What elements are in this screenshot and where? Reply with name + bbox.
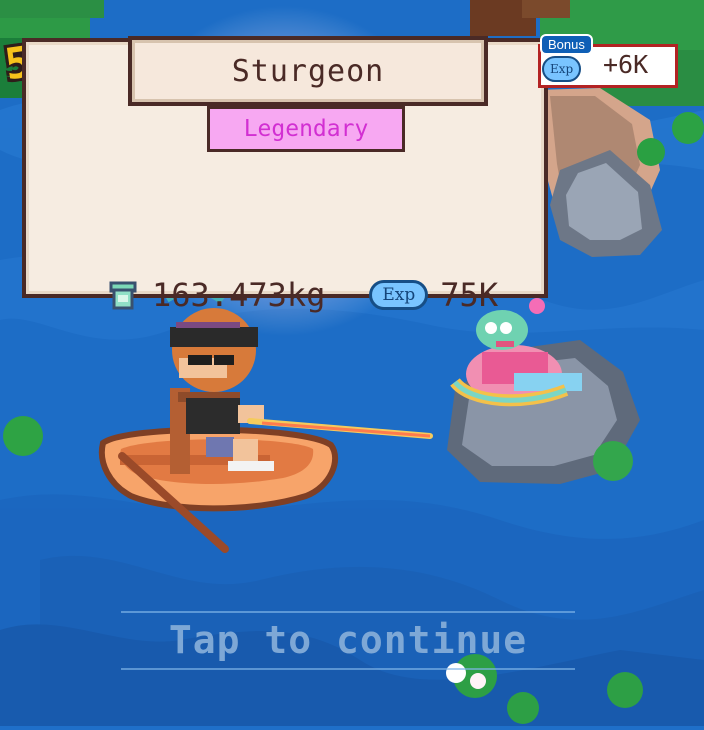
exp-value: 75K [440, 276, 499, 314]
catch-stats: 163.473kg Exp 75K [106, 276, 498, 314]
rarity-badge: Legendary [207, 106, 405, 152]
weight-scale-icon [106, 278, 140, 312]
bonus-exp-value: +6K [603, 50, 649, 79]
bonus-tag: Bonus [540, 34, 593, 55]
rarity-label: Legendary [243, 116, 369, 142]
continue-divider-top [121, 611, 575, 613]
fish-weight: 163.473kg [152, 276, 326, 314]
continue-divider-bottom [121, 668, 575, 670]
fish-name: Sturgeon [231, 53, 385, 89]
fish-name-plate: Sturgeon [128, 36, 488, 106]
tap-to-continue-prompt[interactable]: Tap to continue [121, 618, 575, 662]
exp-icon: Exp [369, 280, 429, 310]
bonus-exp-icon: Exp [542, 56, 582, 82]
fishing-scene[interactable]: 5X Sturgeon Legendary 163.473kg Exp 75K … [0, 0, 704, 726]
catch-result-card: Sturgeon Legendary 163.473kg Exp 75K [22, 36, 548, 314]
